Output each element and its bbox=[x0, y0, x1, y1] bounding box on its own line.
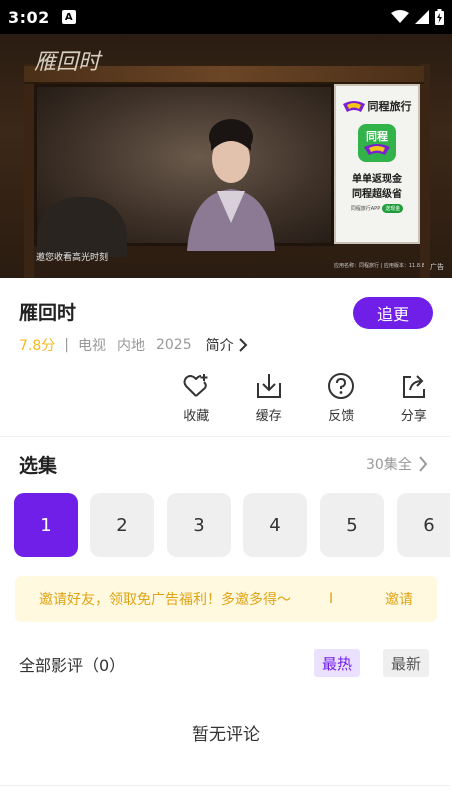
ad-fine-print: 应用名称：同程旅行 | 应用版本：11.8.8 | 开发者：同程网络科技股份有限… bbox=[334, 263, 424, 269]
episode-button[interactable]: 2 bbox=[90, 493, 154, 557]
follow-button[interactable]: 追更 bbox=[353, 297, 433, 329]
favorite-heart-plus-icon[interactable] bbox=[182, 372, 210, 400]
signal-icon bbox=[415, 10, 429, 24]
battery-icon bbox=[435, 9, 444, 25]
episodes-total-label: 30集全 bbox=[366, 457, 412, 473]
show-category: 电视 bbox=[77, 338, 106, 354]
video-scene bbox=[34, 84, 334, 257]
intro-link[interactable]: 简介 bbox=[206, 335, 234, 355]
action-bar: 收藏 缓存 反馈 分享 bbox=[160, 372, 450, 424]
ad-banner[interactable]: 同程旅行 同程 单单返现金 同程超级省 同程旅行APP 送现金 bbox=[334, 84, 420, 244]
meta-separator: | bbox=[64, 337, 69, 353]
video-caption: 邀您收看高光时刻 bbox=[36, 253, 109, 263]
actress-figure bbox=[187, 119, 275, 251]
ad-app-tile: 同程 bbox=[358, 124, 396, 162]
bottom-divider bbox=[0, 785, 450, 786]
ad-cta[interactable]: 同程旅行APP 送现金 bbox=[350, 204, 404, 213]
wifi-icon bbox=[391, 10, 409, 23]
ad-label: 广告 bbox=[430, 263, 444, 271]
sort-new-button[interactable]: 最新 bbox=[383, 649, 430, 677]
share-icon[interactable] bbox=[400, 372, 428, 400]
chevron-right-icon[interactable] bbox=[238, 338, 248, 352]
episode-button[interactable]: 6 bbox=[397, 493, 450, 557]
show-region: 内地 bbox=[116, 338, 145, 354]
video-player[interactable]: 同程旅行 同程 单单返现金 同程超级省 同程旅行APP 送现金 雁回时 邀您收看… bbox=[0, 34, 452, 278]
episode-button[interactable]: 3 bbox=[167, 493, 231, 557]
show-year: 2025 bbox=[155, 337, 192, 353]
status-bar: 3:02 A bbox=[0, 0, 452, 34]
episode-button[interactable]: 4 bbox=[243, 493, 307, 557]
episode-list: 1 2 3 4 5 6 bbox=[14, 493, 450, 557]
ad-cta-button[interactable]: 送现金 bbox=[382, 204, 404, 213]
favorite-action[interactable]: 收藏 bbox=[160, 372, 233, 424]
show-meta: 7.8分 | 电视 内地 2025 简介 bbox=[19, 335, 248, 355]
section-divider bbox=[0, 436, 450, 437]
download-label: 缓存 bbox=[255, 409, 282, 424]
status-icons bbox=[391, 9, 444, 25]
show-score: 7.8分 bbox=[19, 338, 56, 354]
set-pillar-left bbox=[24, 64, 34, 278]
sort-hot-button[interactable]: 最热 bbox=[314, 649, 361, 677]
episodes-total[interactable]: 30集全 bbox=[366, 454, 428, 474]
ad-subheadline: 同程超级省 bbox=[352, 189, 402, 200]
episode-button[interactable]: 1 bbox=[14, 493, 78, 557]
show-title: 雁回时 bbox=[19, 302, 77, 324]
tongcheng-logo-icon bbox=[342, 101, 365, 112]
detail-sheet: 雁回时 追更 7.8分 | 电视 内地 2025 简介 收藏 缓存 反馈 分享 … bbox=[0, 280, 450, 803]
ad-tile-text: 同程 bbox=[366, 130, 388, 143]
notification-icon: A bbox=[61, 10, 76, 24]
episode-button[interactable]: 5 bbox=[320, 493, 384, 557]
invite-button[interactable]: 邀请 bbox=[385, 589, 413, 609]
ad-brand-label: 同程旅行 bbox=[367, 100, 412, 113]
tongcheng-tile-icon bbox=[364, 144, 390, 155]
status-time: 3:02 bbox=[8, 7, 50, 27]
ad-headline: 单单返现金 bbox=[352, 174, 402, 185]
feedback-label: 反馈 bbox=[328, 409, 355, 424]
feedback-action[interactable]: 反馈 bbox=[305, 372, 378, 424]
ad-brand: 同程旅行 bbox=[342, 98, 412, 114]
episodes-title: 选集 bbox=[19, 455, 58, 477]
help-question-icon[interactable] bbox=[327, 372, 355, 400]
chevron-right-icon bbox=[419, 456, 428, 472]
invite-separator: I bbox=[329, 591, 334, 607]
show-logo: 雁回时 bbox=[34, 50, 101, 75]
ad-cta-small: 同程旅行APP bbox=[350, 206, 381, 212]
download-action[interactable]: 缓存 bbox=[233, 372, 306, 424]
foreground-figure bbox=[37, 197, 127, 257]
empty-reviews-text: 暂无评论 bbox=[192, 725, 260, 745]
set-pillar-right bbox=[420, 64, 430, 278]
invite-text: 邀请好友，领取免广告福利！多邀多得～ bbox=[39, 592, 291, 608]
favorite-label: 收藏 bbox=[183, 409, 210, 424]
share-action[interactable]: 分享 bbox=[378, 372, 451, 424]
invite-banner[interactable]: 邀请好友，领取免广告福利！多邀多得～ I 邀请 bbox=[15, 576, 437, 622]
download-icon[interactable] bbox=[255, 372, 283, 400]
reviews-title: 全部影评（0） bbox=[19, 656, 126, 675]
share-label: 分享 bbox=[400, 409, 427, 424]
